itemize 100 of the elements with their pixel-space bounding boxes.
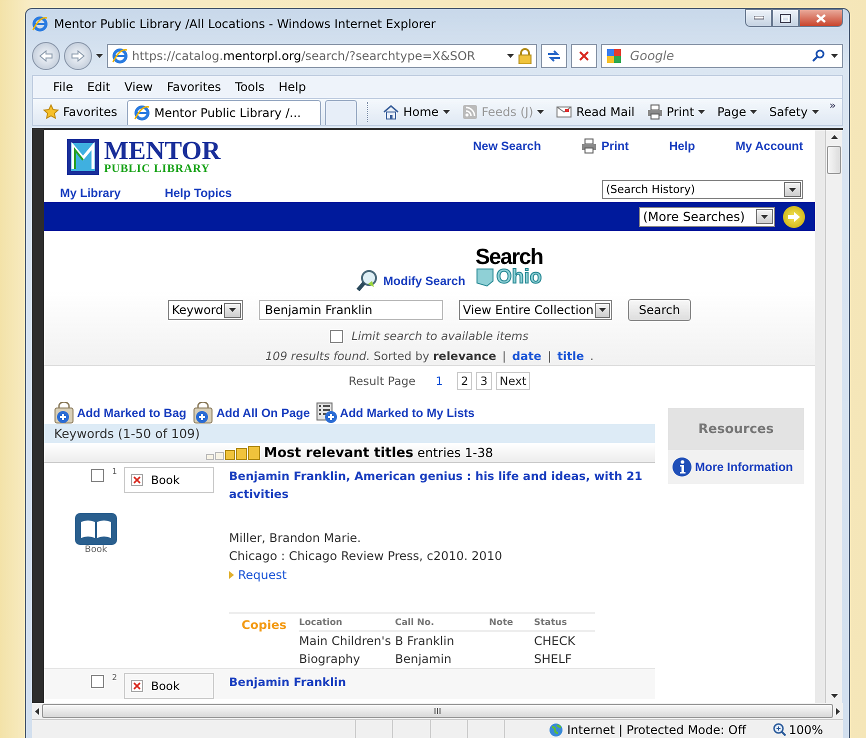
envelope-icon: [556, 104, 572, 120]
stop-button[interactable]: [571, 44, 597, 68]
page-link[interactable]: 2: [456, 372, 472, 390]
toolbar-button[interactable]: Print: [642, 100, 710, 123]
dropdown-arrow-icon[interactable]: [96, 54, 103, 58]
minimize-icon: [754, 16, 764, 20]
url-text: https://catalog.mentorpl.org/search/?searchtype=X&SOR: [132, 48, 476, 63]
printer-icon: [646, 104, 663, 120]
call-number-link[interactable]: B Franklin Benjamin: [395, 632, 489, 668]
sort-link[interactable]: date: [512, 349, 542, 364]
record-number: 2: [112, 673, 118, 682]
toolbar-button[interactable]: Page: [713, 100, 762, 123]
toolbar-button[interactable]: Home: [379, 100, 454, 123]
copies-label: Copies: [240, 617, 288, 634]
refresh-button[interactable]: [541, 44, 567, 68]
library-subtitle: PUBLIC LIBRARY: [104, 163, 211, 176]
record-title-link[interactable]: Benjamin Franklin, American genius : his life and ideas, with 21 activities: [229, 467, 649, 504]
more-tools-button[interactable]: »: [829, 98, 842, 112]
back-button[interactable]: [32, 42, 60, 70]
dropdown-arrow-icon: [812, 110, 819, 114]
action-link[interactable]: Add Marked to My Lists: [340, 406, 475, 420]
search-field[interactable]: Google: [601, 44, 843, 68]
window-title: Mentor Public Library /All Locations - Windows Internet Explorer: [54, 16, 437, 31]
header-link[interactable]: Help: [669, 139, 696, 154]
menu-item[interactable]: View: [118, 78, 159, 95]
next-page-link[interactable]: Next: [496, 372, 530, 390]
list-add-icon: [316, 402, 338, 424]
dropdown-arrow-icon: [761, 214, 768, 219]
triangle-icon: [229, 571, 234, 580]
separator: |: [502, 349, 506, 364]
nav-link[interactable]: My Library: [60, 186, 121, 200]
broken-image-icon: [131, 474, 143, 486]
result-page-label: Result Page: [348, 374, 416, 388]
dropdown-arrow-icon: [789, 188, 796, 192]
menu-item[interactable]: Help: [272, 78, 312, 95]
browser-tab[interactable]: Mentor Public Library /...: [127, 100, 322, 126]
search-ohio-logo: Search Ohio: [475, 247, 543, 288]
minimize-button[interactable]: [745, 9, 772, 27]
separator: |: [547, 349, 552, 364]
maximize-button[interactable]: [772, 9, 799, 27]
action-link[interactable]: Add Marked to Bag: [77, 406, 186, 420]
search-type-dropdown[interactable]: Keyword: [168, 300, 243, 320]
nav-link[interactable]: Help Topics: [164, 186, 232, 200]
bag-add-icon: [192, 402, 214, 424]
dropdown-arrow-icon: [229, 308, 236, 312]
favorites-button[interactable]: Favorites: [37, 100, 124, 123]
modify-search-link[interactable]: Modify Search: [383, 274, 466, 288]
vertical-scrollbar[interactable]: [825, 130, 842, 704]
star-icon: [43, 104, 59, 120]
stop-icon: [579, 50, 589, 61]
menu-item[interactable]: Edit: [81, 78, 116, 95]
address-field[interactable]: https://catalog.mentorpl.org/search/?searchtype=X&SOR: [107, 44, 537, 68]
format-label: Book: [151, 679, 180, 694]
library-name: MENTOR: [104, 139, 221, 164]
padlock-icon: [518, 48, 532, 64]
column-header: Call No.: [395, 614, 489, 632]
toolbar-button[interactable]: Read Mail: [552, 100, 639, 123]
house-icon: [383, 104, 400, 120]
search-icon[interactable]: [812, 49, 825, 62]
location-cell: Main Children's Biography: [299, 631, 395, 668]
record-author: Miller, Brandon Marie.: [229, 530, 362, 548]
limit-checkbox[interactable]: [330, 330, 344, 343]
page-link[interactable]: 3: [476, 372, 492, 390]
close-button[interactable]: [799, 9, 843, 27]
menu-item[interactable]: File: [47, 78, 80, 95]
mark-checkbox[interactable]: [91, 469, 104, 482]
book-icon: [75, 513, 117, 546]
search-input[interactable]: Google: [628, 47, 806, 64]
dropdown-arrow-icon: [537, 110, 544, 114]
format-caption: Book: [84, 545, 108, 556]
page-link[interactable]: 1: [432, 372, 447, 390]
collection-dropdown[interactable]: View Entire Collection: [458, 300, 612, 320]
search-input[interactable]: Benjamin Franklin: [258, 300, 443, 320]
dropdown-arrow-icon[interactable]: [831, 54, 838, 58]
status-cell: CHECK SHELF: [534, 631, 595, 668]
toolbar-button[interactable]: Safety: [765, 100, 823, 123]
action-link[interactable]: Add All On Page: [216, 406, 310, 420]
page-icon: [134, 105, 150, 122]
dropdown-arrow-icon[interactable]: [507, 54, 514, 58]
record-title-link[interactable]: Benjamin Franklin: [229, 673, 649, 692]
menu-item[interactable]: Favorites: [160, 78, 228, 95]
print-link[interactable]: Print: [601, 139, 629, 154]
dropdown-arrow-icon: [750, 110, 758, 114]
search-history-dropdown[interactable]: (Search History): [602, 180, 803, 200]
summary-end: .: [590, 349, 594, 364]
scroll-thumb[interactable]: [827, 146, 841, 174]
printer-icon: [581, 138, 598, 154]
header-link[interactable]: My Account: [735, 139, 803, 154]
request-link[interactable]: Request: [238, 566, 287, 584]
go-button[interactable]: [783, 206, 805, 228]
zoom-level[interactable]: 100%: [788, 722, 823, 736]
menu-item[interactable]: Tools: [229, 78, 271, 95]
horizontal-scrollbar[interactable]: [32, 703, 843, 719]
sort-link[interactable]: title: [557, 349, 584, 364]
limit-label: Limit search to available items: [351, 329, 528, 344]
more-searches-dropdown[interactable]: (More Searches): [639, 206, 775, 227]
search-button[interactable]: Search: [628, 299, 692, 322]
mark-checkbox[interactable]: [91, 675, 104, 688]
header-link[interactable]: New Search: [473, 139, 542, 154]
left-arrow-icon: [35, 708, 39, 715]
